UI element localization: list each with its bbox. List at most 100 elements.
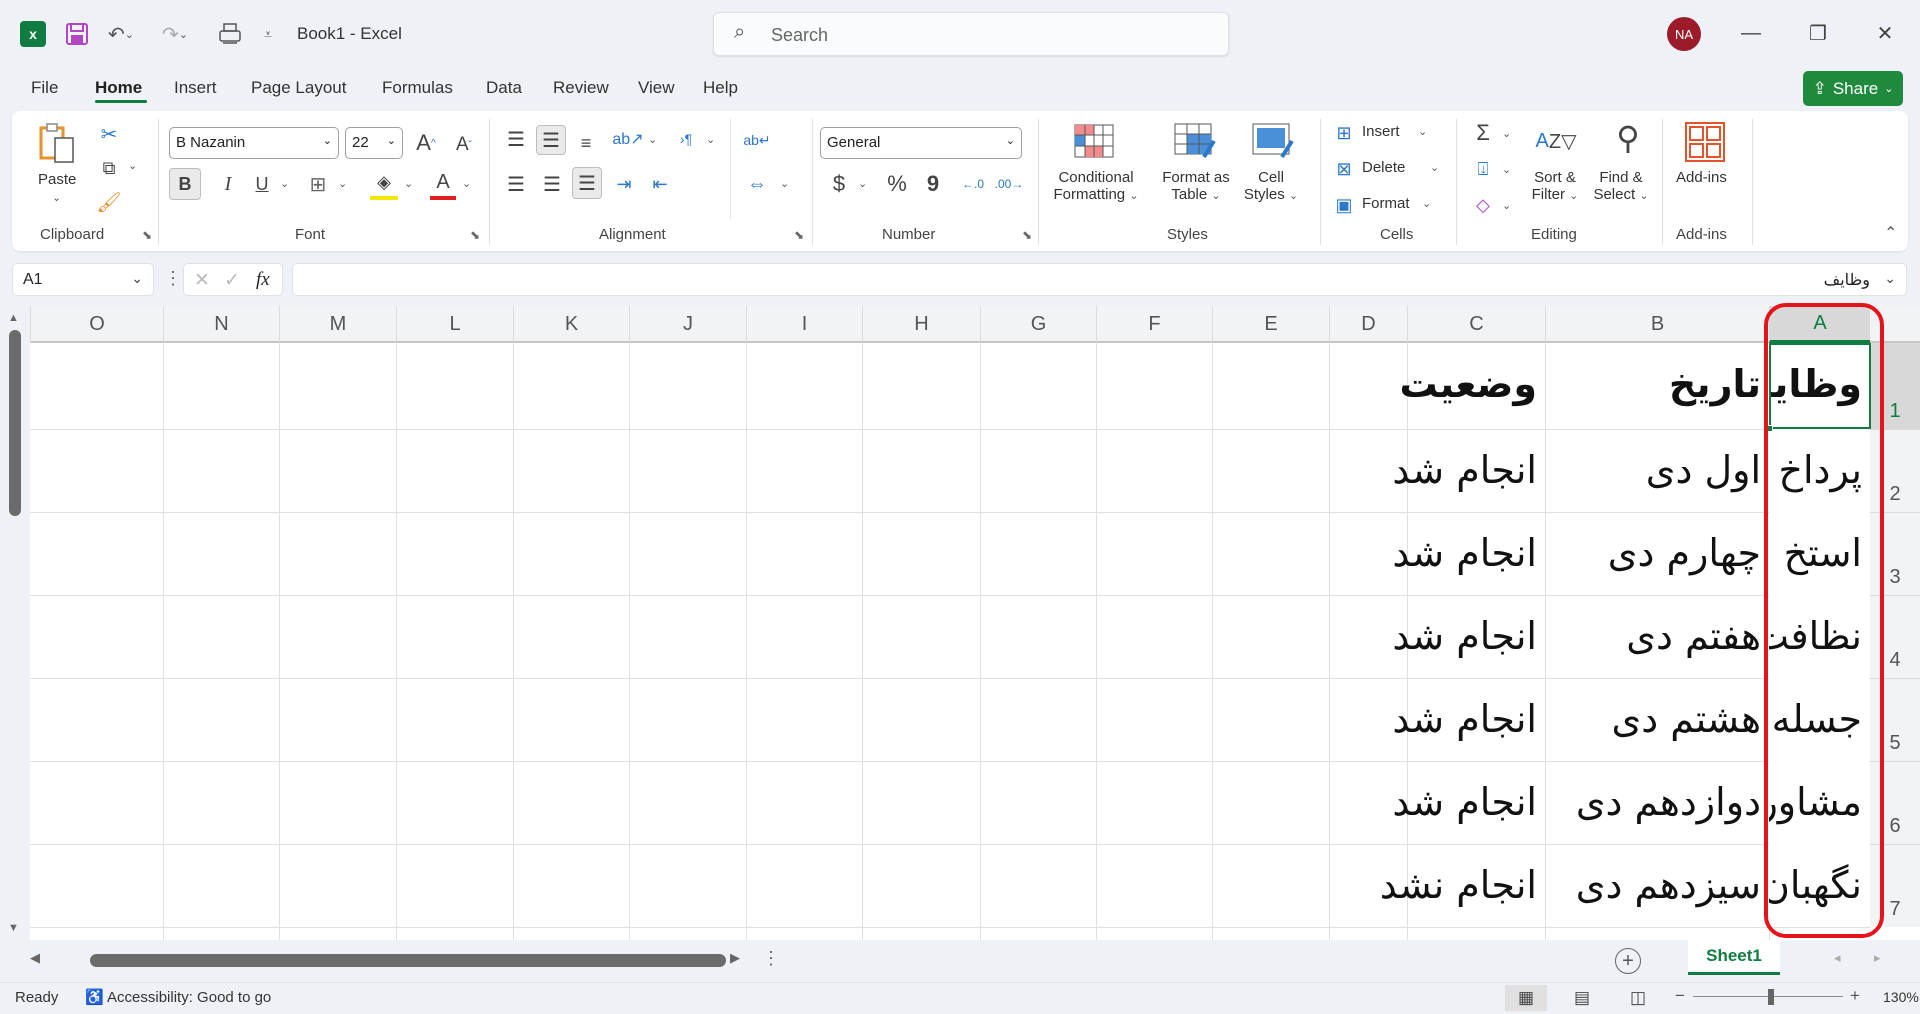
zoom-in-button[interactable]: + <box>1850 986 1860 1006</box>
orientation-dropdown-icon[interactable]: ⌄ <box>648 133 657 146</box>
normal-view-button[interactable]: ▦ <box>1505 985 1547 1011</box>
tab-insert[interactable]: Insert <box>174 78 217 98</box>
add-sheet-button[interactable]: + <box>1615 948 1641 974</box>
delete-cells-button[interactable]: Delete <box>1362 159 1405 176</box>
borders-dropdown-icon[interactable]: ⌄ <box>338 177 347 190</box>
format-painter-icon[interactable]: 🖌 <box>96 189 122 215</box>
tab-data[interactable]: Data <box>486 78 522 98</box>
undo-icon[interactable]: ↶ ⌄ <box>106 20 136 48</box>
format-as-table-icon[interactable] <box>1174 123 1216 159</box>
cell-b4[interactable]: هفتم دی <box>1545 595 1769 678</box>
scroll-left-icon[interactable]: ◀ <box>30 950 40 966</box>
page-layout-view-button[interactable]: ▤ <box>1561 985 1603 1011</box>
borders-icon[interactable]: ⊞ <box>304 168 332 200</box>
format-cells-button[interactable]: Format <box>1362 195 1410 212</box>
insert-dropdown-icon[interactable]: ⌄ <box>1418 125 1427 138</box>
align-center-icon[interactable]: ☰ <box>538 169 566 199</box>
insert-cells-icon[interactable]: ⊞ <box>1332 121 1356 145</box>
number-launcher-icon[interactable]: ⬊ <box>1022 228 1032 242</box>
delete-cells-icon[interactable]: ⊠ <box>1332 157 1356 181</box>
bold-button[interactable]: B <box>169 168 201 200</box>
column-header-l[interactable]: L <box>396 306 513 343</box>
scroll-down-icon[interactable]: ▼ <box>8 922 19 934</box>
format-cells-icon[interactable]: ▣ <box>1332 193 1356 217</box>
scroll-up-icon[interactable]: ▲ <box>8 312 19 324</box>
cell-c2[interactable]: انجام شد <box>1329 429 1545 512</box>
cut-icon[interactable]: ✂ <box>96 121 122 147</box>
merge-center-icon[interactable]: ⇔ <box>742 169 772 199</box>
cell-c7[interactable]: انجام نشد <box>1329 844 1545 927</box>
decrease-font-icon[interactable]: Aˇ <box>450 131 478 159</box>
print-icon[interactable] <box>215 20 245 48</box>
paste-icon[interactable] <box>38 121 78 169</box>
text-direction-icon[interactable]: ›¶ <box>672 125 700 153</box>
currency-button[interactable]: $ <box>826 169 852 199</box>
insert-function-icon[interactable]: fx <box>256 269 270 291</box>
fill-dropdown-icon[interactable]: ⌄ <box>1502 163 1511 176</box>
prev-sheet-icon[interactable]: ◂ <box>1834 950 1841 966</box>
search-input[interactable]: ⌕ Search <box>713 12 1229 56</box>
insert-cells-button[interactable]: Insert <box>1362 123 1400 140</box>
column-header-j[interactable]: J <box>629 306 746 343</box>
font-color-dropdown-icon[interactable]: ⌄ <box>462 177 471 190</box>
align-right-icon[interactable]: ☰ <box>572 167 602 199</box>
cell-c3[interactable]: انجام شد <box>1329 512 1545 595</box>
cell-b7[interactable]: سیزدهم دی <box>1545 844 1769 927</box>
sort-filter-button[interactable]: Sort & Filter ⌄ <box>1526 169 1584 203</box>
cell-c6[interactable]: انجام شد <box>1329 761 1545 844</box>
column-header-e[interactable]: E <box>1212 306 1329 343</box>
font-name-select[interactable]: B Nazanin ⌄ <box>169 127 339 159</box>
accessibility-status[interactable]: ♿ Accessibility: Good to go <box>85 988 271 1006</box>
clipboard-launcher-icon[interactable]: ⬊ <box>142 228 152 242</box>
cell-styles-icon[interactable] <box>1252 123 1294 159</box>
cell-c5[interactable]: انجام شد <box>1329 678 1545 761</box>
customize-qat-icon[interactable]: ⩡ <box>258 20 278 48</box>
share-button[interactable]: ⇪ Share ⌄ <box>1803 71 1903 106</box>
save-icon[interactable] <box>64 20 90 48</box>
cell-b3[interactable]: چهارم دی <box>1545 512 1769 595</box>
horizontal-scroll-thumb[interactable] <box>90 954 726 967</box>
currency-dropdown-icon[interactable]: ⌄ <box>858 177 867 190</box>
tab-help[interactable]: Help <box>703 78 738 98</box>
column-header-n[interactable]: N <box>163 306 279 343</box>
autosum-dropdown-icon[interactable]: ⌄ <box>1502 127 1511 140</box>
zoom-level[interactable]: 130% <box>1883 989 1919 1005</box>
cancel-icon[interactable]: ✕ <box>194 269 210 292</box>
column-header-k[interactable]: K <box>513 306 629 343</box>
format-dropdown-icon[interactable]: ⌄ <box>1422 197 1431 210</box>
close-button[interactable]: ✕ <box>1867 18 1903 48</box>
clear-dropdown-icon[interactable]: ⌄ <box>1502 199 1511 212</box>
addins-button[interactable]: Add-ins <box>1676 169 1727 186</box>
enter-icon[interactable]: ✓ <box>224 269 240 292</box>
column-header-d[interactable]: D <box>1329 306 1407 343</box>
middle-align-icon[interactable]: ☰ <box>536 125 566 155</box>
zoom-out-button[interactable]: − <box>1675 986 1685 1006</box>
find-select-button[interactable]: Find & Select ⌄ <box>1588 169 1654 203</box>
vertical-scroll-thumb[interactable] <box>9 330 21 516</box>
fill-icon[interactable]: ⍗ <box>1470 155 1496 183</box>
decrease-decimal-icon[interactable]: .00→ <box>994 169 1024 199</box>
top-align-icon[interactable]: ☰ <box>502 125 530 153</box>
next-sheet-icon[interactable]: ▸ <box>1874 950 1881 966</box>
conditional-formatting-button[interactable]: Conditional Formatting ⌄ <box>1052 169 1140 203</box>
tab-home[interactable]: Home <box>95 78 142 98</box>
cell-b6[interactable]: دوازدهم دی <box>1545 761 1769 844</box>
tab-formulas[interactable]: Formulas <box>382 78 453 98</box>
copy-dropdown-icon[interactable]: ⌄ <box>128 159 137 172</box>
collapse-ribbon-icon[interactable]: ⌃ <box>1884 223 1897 243</box>
percent-button[interactable]: % <box>882 169 912 199</box>
delete-dropdown-icon[interactable]: ⌄ <box>1430 161 1439 174</box>
merge-dropdown-icon[interactable]: ⌄ <box>780 177 789 190</box>
name-box[interactable]: A1 ⌄ <box>12 263 154 296</box>
column-header-c[interactable]: C <box>1407 306 1545 343</box>
increase-indent-icon[interactable]: ⇤ <box>646 169 674 199</box>
redo-icon[interactable]: ↷ ⌄ <box>160 20 190 48</box>
font-color-icon[interactable]: A <box>430 168 456 200</box>
number-format-select[interactable]: General ⌄ <box>820 127 1022 159</box>
tab-view[interactable]: View <box>638 78 675 98</box>
sheet-tab[interactable]: Sheet1 <box>1688 940 1780 975</box>
align-left-icon[interactable]: ☰ <box>502 169 530 199</box>
alignment-launcher-icon[interactable]: ⬊ <box>794 228 804 242</box>
restore-button[interactable]: ❐ <box>1800 18 1836 48</box>
font-size-select[interactable]: 22 ⌄ <box>345 127 403 159</box>
